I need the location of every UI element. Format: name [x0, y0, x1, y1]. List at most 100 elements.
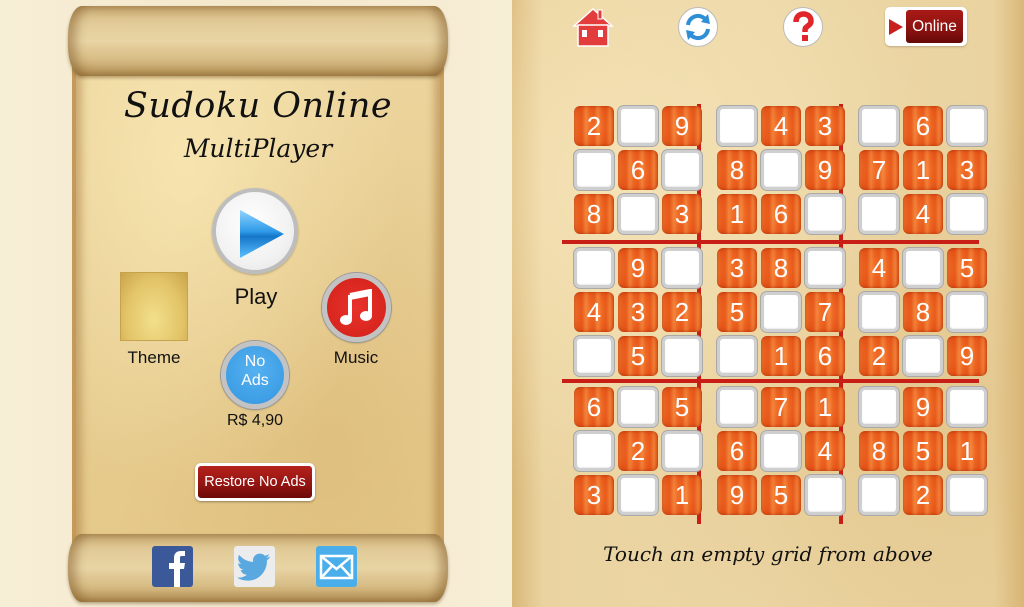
instruction-text: Touch an empty grid from above [603, 542, 933, 566]
menu-screen: Sudoku Online MultiPlayer Play Theme Mus… [0, 0, 512, 607]
sudoku-cell-given: 4 [761, 106, 801, 146]
sudoku-cell-given: 6 [805, 336, 845, 376]
sudoku-cell-empty[interactable] [574, 150, 614, 190]
theme-label: Theme [127, 348, 181, 367]
sudoku-cell-empty[interactable] [859, 106, 899, 146]
sudoku-cell-empty[interactable] [574, 431, 614, 471]
help-button[interactable] [783, 7, 823, 47]
sudoku-cell-given: 3 [574, 475, 614, 515]
sudoku-cell-empty[interactable] [717, 106, 757, 146]
sudoku-cell-given: 4 [859, 248, 899, 288]
online-button[interactable]: Online [885, 7, 967, 46]
twitter-share-button[interactable] [234, 546, 275, 587]
refresh-button[interactable] [678, 7, 718, 47]
sudoku-cell-given: 9 [947, 336, 987, 376]
sudoku-cell-given: 6 [761, 194, 801, 234]
sudoku-cell-given: 2 [903, 475, 943, 515]
sudoku-cell-given: 8 [717, 150, 757, 190]
sudoku-cell-given: 5 [618, 336, 658, 376]
app-title: Sudoku Online [123, 86, 393, 126]
play-arrow-icon [889, 19, 903, 35]
play-icon [240, 210, 284, 258]
sudoku-cell-empty[interactable] [859, 194, 899, 234]
sudoku-cell-given: 1 [717, 194, 757, 234]
sudoku-cell-empty[interactable] [947, 387, 987, 427]
sudoku-cell-empty[interactable] [903, 336, 943, 376]
sudoku-cell-given: 9 [618, 248, 658, 288]
no-ads-price: R$ 4,90 [226, 412, 284, 429]
music-button[interactable] [322, 273, 391, 342]
sudoku-cell-given: 6 [717, 431, 757, 471]
sudoku-cell-given: 7 [859, 150, 899, 190]
sudoku-cell-empty[interactable] [903, 248, 943, 288]
facebook-share-button[interactable] [152, 546, 193, 587]
sudoku-cell-given: 5 [903, 431, 943, 471]
sudoku-cell-given: 8 [859, 431, 899, 471]
sudoku-cell-given: 5 [662, 387, 702, 427]
sudoku-cell-empty[interactable] [761, 292, 801, 332]
sudoku-cell-given: 2 [574, 106, 614, 146]
sudoku-cell-empty[interactable] [618, 106, 658, 146]
sudoku-cell-empty[interactable] [947, 106, 987, 146]
sudoku-cell-empty[interactable] [662, 336, 702, 376]
sudoku-cell-given: 5 [947, 248, 987, 288]
sudoku-cell-given: 9 [805, 150, 845, 190]
app-subtitle: MultiPlayer [183, 134, 333, 163]
sudoku-cell-empty[interactable] [618, 194, 658, 234]
sudoku-cell-given: 3 [717, 248, 757, 288]
facebook-icon [169, 551, 185, 587]
sudoku-cell-given: 9 [717, 475, 757, 515]
sudoku-cell-empty[interactable] [618, 475, 658, 515]
restore-no-ads-button[interactable]: Restore No Ads [195, 463, 315, 501]
email-share-button[interactable] [316, 546, 357, 587]
no-ads-button[interactable]: No Ads [221, 341, 289, 409]
play-label: Play [234, 284, 278, 309]
sudoku-cell-empty[interactable] [805, 194, 845, 234]
sudoku-cell-empty[interactable] [859, 387, 899, 427]
twitter-icon [237, 553, 271, 581]
sudoku-cell-empty[interactable] [805, 248, 845, 288]
play-button[interactable] [212, 188, 298, 274]
sudoku-cell-empty[interactable] [574, 248, 614, 288]
sudoku-cell-given: 7 [805, 292, 845, 332]
online-label: Online [906, 10, 963, 43]
sudoku-cell-given: 7 [761, 387, 801, 427]
sudoku-cell-empty[interactable] [618, 387, 658, 427]
sudoku-cell-given: 3 [662, 194, 702, 234]
theme-button[interactable] [120, 272, 188, 341]
sudoku-cell-empty[interactable] [947, 292, 987, 332]
sudoku-cell-empty[interactable] [662, 431, 702, 471]
help-icon [793, 11, 814, 41]
sudoku-cell-given: 8 [903, 292, 943, 332]
home-button[interactable] [572, 6, 614, 48]
sudoku-cell-given: 2 [618, 431, 658, 471]
sudoku-cell-given: 4 [805, 431, 845, 471]
sudoku-cell-empty[interactable] [574, 336, 614, 376]
mail-icon [319, 554, 354, 580]
no-ads-line2: Ads [241, 372, 269, 389]
sudoku-cell-given: 1 [903, 150, 943, 190]
sudoku-cell-given: 3 [947, 150, 987, 190]
sudoku-cell-given: 3 [805, 106, 845, 146]
music-label: Music [333, 348, 379, 367]
sudoku-cell-empty[interactable] [662, 150, 702, 190]
sudoku-cell-given: 5 [761, 475, 801, 515]
sudoku-cell-empty[interactable] [859, 292, 899, 332]
sudoku-cell-empty[interactable] [717, 387, 757, 427]
sudoku-cell-given: 3 [618, 292, 658, 332]
sudoku-cell-given: 1 [805, 387, 845, 427]
home-icon [572, 7, 614, 47]
sudoku-cell-empty[interactable] [761, 150, 801, 190]
sudoku-cell-given: 2 [662, 292, 702, 332]
sudoku-cell-empty[interactable] [947, 194, 987, 234]
sudoku-cell-given: 4 [574, 292, 614, 332]
sudoku-cell-empty[interactable] [761, 431, 801, 471]
sudoku-cell-empty[interactable] [717, 336, 757, 376]
sudoku-cell-empty[interactable] [662, 248, 702, 288]
sudoku-cell-empty[interactable] [805, 475, 845, 515]
sudoku-cell-given: 6 [618, 150, 658, 190]
sudoku-cell-empty[interactable] [859, 475, 899, 515]
sudoku-cell-given: 8 [761, 248, 801, 288]
sudoku-cell-given: 6 [903, 106, 943, 146]
sudoku-cell-empty[interactable] [947, 475, 987, 515]
